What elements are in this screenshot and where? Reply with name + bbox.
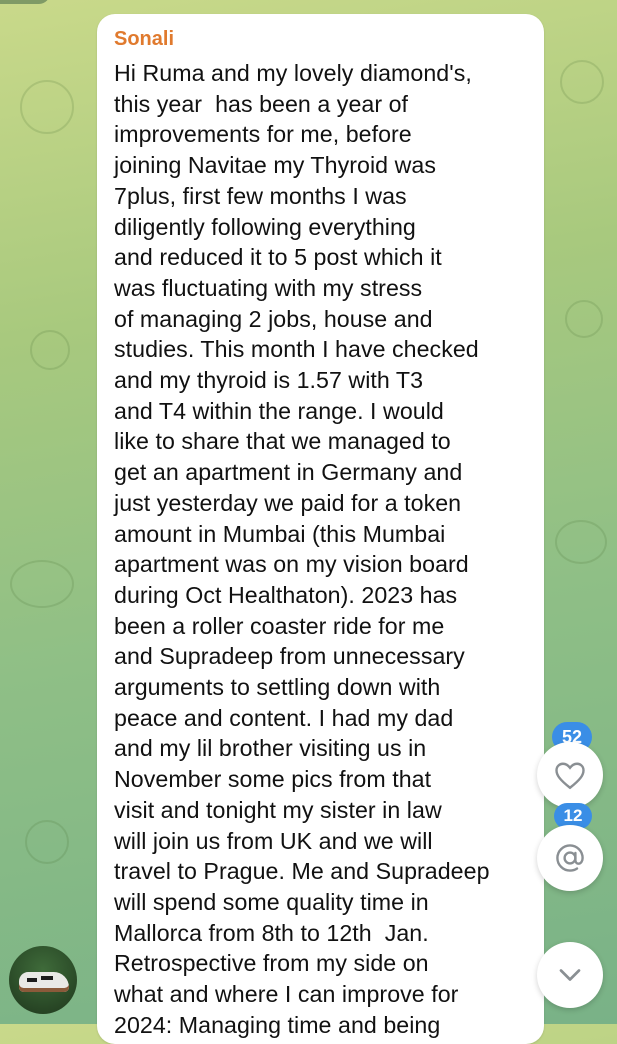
wallpaper-doodle: [10, 560, 74, 608]
message-line: and Supradeep from unnecessary: [114, 643, 465, 670]
reactions-button[interactable]: [537, 742, 603, 808]
message-bubble[interactable]: Sonali Hi Ruma and my lovely diamond's, t…: [97, 14, 544, 1044]
message-line: was fluctuating with my stress: [114, 274, 423, 301]
message-line: diligently following everything: [114, 213, 416, 240]
message-line: what and where I can improve for: [114, 981, 459, 1008]
message-line: November some pics from that: [114, 766, 432, 793]
message-line: Retrospective from my side on: [114, 950, 429, 977]
message-line: visit and tonight my sister in law: [114, 796, 442, 823]
message-line: Hi Ruma and my lovely diamond's,: [114, 60, 472, 86]
message-line: this year has been a year of: [114, 90, 409, 117]
message-line: and my thyroid is 1.57 with T3: [114, 367, 424, 394]
message-line: and reduced it to 5 post which it: [114, 244, 442, 271]
message-line: 7plus, first few months I was: [114, 182, 407, 209]
wallpaper-doodle: [25, 820, 69, 864]
message-line: amount in Mumbai (this Mumbai: [114, 520, 446, 547]
scroll-down-button[interactable]: [537, 942, 603, 1008]
message-line: been a roller coaster ride for me: [114, 612, 445, 639]
message-line: peace and content. I had my dad: [114, 704, 454, 731]
message-line: studies. This month I have checked: [114, 336, 479, 363]
message-line: and my lil brother visiting us in: [114, 735, 427, 762]
message-line: Mallorca from 8th to 12th Jan.: [114, 919, 429, 946]
message-line: arguments to settling down with: [114, 674, 441, 701]
message-line: joining Navitae my Thyroid was: [114, 152, 436, 179]
mentions-button[interactable]: [537, 825, 603, 891]
message-line: apartment was on my vision board: [114, 551, 469, 578]
message-line: will spend some quality time in: [114, 888, 429, 915]
heart-icon: [555, 762, 585, 790]
message-line: 2024: Managing time and being: [114, 1011, 441, 1038]
avatar-image-shoe: [19, 972, 69, 992]
message-line: of managing 2 jobs, house and: [114, 305, 433, 332]
message-line: improvements for me, before: [114, 121, 412, 148]
wallpaper-doodle: [30, 330, 70, 370]
message-line: travel to Prague. Me and Supradeep: [114, 858, 490, 885]
sender-name[interactable]: Sonali: [114, 28, 174, 51]
previous-message-edge: [0, 0, 50, 4]
message-line: will join us from UK and we will: [114, 827, 433, 854]
message-line: and T4 within the range. I would: [114, 397, 444, 424]
avatar-image-stripe: [27, 978, 37, 982]
wallpaper-doodle: [560, 60, 604, 104]
message-line: get an apartment in Germany and: [114, 459, 463, 486]
wallpaper-doodle: [555, 520, 607, 564]
message-line: like to share that we managed to: [114, 428, 451, 455]
message-line: during Oct Healthaton). 2023 has: [114, 581, 458, 608]
message-text: Hi Ruma and my lovely diamond's, this yea…: [114, 58, 534, 1041]
avatar-image-stripe: [41, 976, 53, 980]
wallpaper-doodle: [565, 300, 603, 338]
sender-avatar[interactable]: [9, 946, 77, 1014]
chevron-down-icon: [559, 969, 581, 981]
at-sign-icon: [556, 844, 584, 872]
message-line: just yesterday we paid for a token: [114, 489, 462, 516]
wallpaper-doodle: [20, 80, 74, 134]
